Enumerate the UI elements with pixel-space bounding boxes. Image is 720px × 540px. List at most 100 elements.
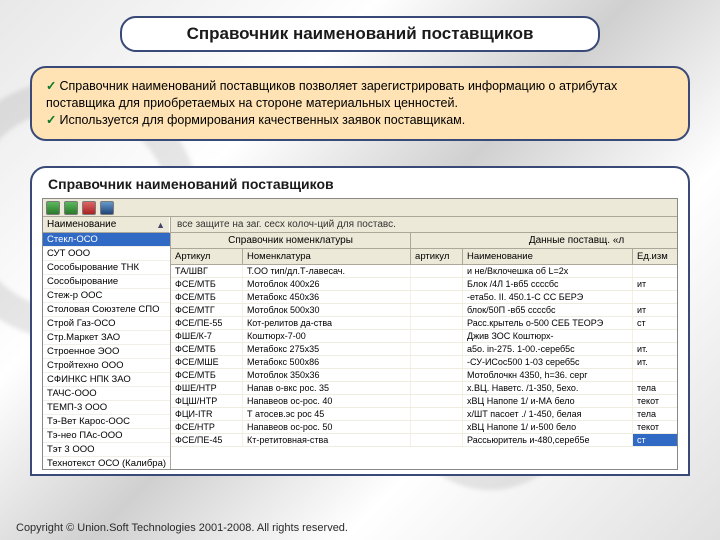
cell: ФСЕ/ПЕ-45: [171, 434, 243, 446]
cell: ФЦИ-ITR: [171, 408, 243, 420]
cell: ФСЕ/НТР: [171, 421, 243, 433]
list-item[interactable]: Стекл-ОСО: [43, 233, 170, 247]
cell: ит.: [633, 356, 677, 368]
cell: текот: [633, 421, 677, 433]
cell: ст: [633, 317, 677, 329]
cell: [633, 330, 677, 342]
list-item[interactable]: Стр.Маркет ЗАО: [43, 331, 170, 345]
details-pane: все защите на заг. сесх колоч-ций для по…: [171, 217, 677, 469]
cell: [411, 278, 463, 290]
cell: ФСЕ/МШЕ: [171, 356, 243, 368]
cell: ФШЕ/К-7: [171, 330, 243, 342]
cell: Т.ОО тип/дл.Т-лавесач.: [243, 265, 411, 277]
cell: Мотоблок 500х30: [243, 304, 411, 316]
data-grid[interactable]: ТА/ШВГТ.ОО тип/дл.Т-лавесач.и не/Вклочеш…: [171, 265, 677, 469]
list-item[interactable]: Стеж-р ООС: [43, 289, 170, 303]
list-item[interactable]: Сособырование ТНК: [43, 261, 170, 275]
table-row[interactable]: ФСЕ/МТБМетабокс 275х35а5о. in-275. 1-00.…: [171, 343, 677, 356]
supplier-header-label: Наименование: [47, 219, 116, 230]
cell: ит: [633, 304, 677, 316]
check-icon: ✓: [46, 113, 56, 127]
cell: Мотоблок 350х36: [243, 369, 411, 381]
list-item[interactable]: Строй Газ-ОСО: [43, 317, 170, 331]
cell: ФСЕ/ПЕ-55: [171, 317, 243, 329]
cell: [633, 369, 677, 381]
list-item[interactable]: Стройтехно ООО: [43, 359, 170, 373]
cell: ит: [633, 278, 677, 290]
toolbar-new-icon[interactable]: [46, 201, 60, 215]
cell: Т атосев.эс рос 45: [243, 408, 411, 420]
cell: -СУ-ИСос500 1-03 сереб5с: [463, 356, 633, 368]
cell: Метабокс 500х86: [243, 356, 411, 368]
toolbar-save-icon[interactable]: [64, 201, 78, 215]
list-item[interactable]: Технотекст ОСО (Калибра): [43, 457, 170, 469]
cell: ТА/ШВГ: [171, 265, 243, 277]
cell: ФСЕ/МТБ: [171, 291, 243, 303]
cell: Кот-релитов да-ства: [243, 317, 411, 329]
col-article[interactable]: Артикул: [171, 249, 243, 264]
table-row[interactable]: ФЦШ/НТРНапавеов ос-рос. 40хВЦ Напопе 1/ …: [171, 395, 677, 408]
table-row[interactable]: ФСЕ/ПЕ-55Кот-релитов да-ства Расс.крытель…: [171, 317, 677, 330]
col-article2[interactable]: артикул: [411, 249, 463, 264]
list-item[interactable]: Столовая Союзтеле СПО: [43, 303, 170, 317]
sort-asc-icon: ▲: [156, 220, 165, 230]
cell: Напав о-вкс рос. 35: [243, 382, 411, 394]
col-name[interactable]: Наименование: [463, 249, 633, 264]
check-icon: ✓: [46, 79, 56, 93]
table-row[interactable]: ФСЕ/МТБМетабокс 450х36-ета5о. II. 450.1-…: [171, 291, 677, 304]
info-line: Справочник наименований поставщиков позв…: [46, 79, 617, 110]
table-row[interactable]: ФСЕ/НТРНапавеов ос-рос. 50хВЦ Напопе 1/ …: [171, 421, 677, 434]
table-header: Артикул Номенклатура артикул Наименовани…: [171, 249, 677, 265]
cell: текот: [633, 395, 677, 407]
table-row[interactable]: ФСЕ/МТГМотоблок 500х30блок/50П -вб5 сссс…: [171, 304, 677, 317]
list-item[interactable]: СФИНКС НПК ЗАО: [43, 373, 170, 387]
cell: [411, 382, 463, 394]
list-item[interactable]: Тэ-нео ПАс-ООО: [43, 429, 170, 443]
supplier-list[interactable]: Стекл-ОСОСУТ ОООСособырование ТНКСособыр…: [43, 233, 170, 469]
cell: Мотоблок 400х26: [243, 278, 411, 290]
list-item[interactable]: Тэт 3 ООО: [43, 443, 170, 457]
cell: а5о. in-275. 1-00.-сереб5с: [463, 343, 633, 355]
toolbar: [43, 199, 677, 217]
copyright: Copyright © Union.Soft Technologies 2001…: [16, 522, 348, 534]
table-row[interactable]: ФСЕ/МТБМотоблок 350х36Мотоблочкн 4350, h…: [171, 369, 677, 382]
cell: хВЦ Напопе 1/ и-МА бело: [463, 395, 633, 407]
list-item[interactable]: ТЕМП-3 ООО: [43, 401, 170, 415]
table-row[interactable]: ТА/ШВГТ.ОО тип/дл.Т-лавесач.и не/Вклочеш…: [171, 265, 677, 278]
table-row[interactable]: ФСЕ/МШЕМетабокс 500х86 -СУ-ИСос500 1-03 с…: [171, 356, 677, 369]
tab-strip[interactable]: все защите на заг. сесх колоч-ций для по…: [171, 217, 677, 233]
cell: [411, 395, 463, 407]
cell: [411, 356, 463, 368]
list-item[interactable]: ТАЧС-ООО: [43, 387, 170, 401]
cell: блок/50П -вб5 ссссбс: [463, 304, 633, 316]
col-unit[interactable]: Ед.изм: [633, 249, 677, 264]
cell: ФЦШ/НТР: [171, 395, 243, 407]
table-row[interactable]: ФСЕ/ПЕ-45Кт-ретитовная-ства Рассьюритель …: [171, 434, 677, 447]
cell: Кт-ретитовная-ства: [243, 434, 411, 446]
supplier-list-pane: Наименование ▲ Стекл-ОСОСУТ ОООСособыров…: [43, 217, 171, 469]
list-item[interactable]: Строенное ЭОО: [43, 345, 170, 359]
cell: Рассьюритель и-480,сереб5е: [463, 434, 633, 446]
cell: [633, 291, 677, 303]
table-row[interactable]: ФЦИ-ITRТ атосев.эс рос 45 х/ШТ пасоет ./ …: [171, 408, 677, 421]
cell: ит.: [633, 343, 677, 355]
cell: [411, 343, 463, 355]
list-item[interactable]: Тэ-Вет Карос-ООС: [43, 415, 170, 429]
group-nomenclature: Справочник номенклатуры: [171, 233, 411, 248]
cell: [411, 265, 463, 277]
col-nomenclature[interactable]: Номенклатура: [243, 249, 411, 264]
catalog-window: Справочник наименований поставщиков Наим…: [30, 166, 690, 476]
cell: [411, 317, 463, 329]
table-row[interactable]: ФШЕ/К-7Коштюрх-7-00Джив ЗОС Коштюрх-0,00…: [171, 330, 677, 343]
list-item[interactable]: Сособырование: [43, 275, 170, 289]
toolbar-refresh-icon[interactable]: [100, 201, 114, 215]
cell: Расс.крытель о-500 СЕБ ТЕОРЭ: [463, 317, 633, 329]
cell: Блок /4Л 1-вб5 ссссбс: [463, 278, 633, 290]
table-row[interactable]: ФСЕ/МТБМотоблок 400х26Блок /4Л 1-вб5 ссс…: [171, 278, 677, 291]
table-row[interactable]: ФШЕ/НТРНапав о-вкс рос. 35х.ВЦ. Наветс. …: [171, 382, 677, 395]
cell: ст: [633, 434, 677, 446]
supplier-column-header[interactable]: Наименование ▲: [43, 217, 170, 233]
cell: х/ШТ пасоет ./ 1-450, белая: [463, 408, 633, 420]
toolbar-delete-icon[interactable]: [82, 201, 96, 215]
list-item[interactable]: СУТ ООО: [43, 247, 170, 261]
